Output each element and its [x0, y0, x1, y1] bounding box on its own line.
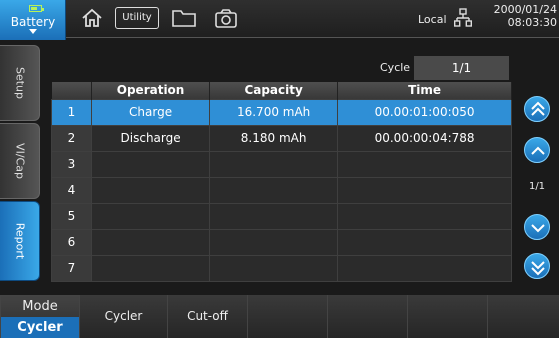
time-text: 08:03:30	[507, 16, 557, 29]
datetime-display: 2000/01/24 08:03:30	[474, 3, 557, 29]
row-number: 6	[51, 228, 92, 256]
scroll-up-button[interactable]	[524, 137, 550, 163]
page-indicator: 1/1	[528, 181, 546, 192]
time-cell: 00.00:00:04:788	[337, 124, 512, 152]
capacity-cell	[209, 176, 339, 204]
softkey-3[interactable]	[247, 295, 327, 338]
local-status: Local	[418, 13, 447, 26]
softkey-label: Cycler	[104, 309, 143, 323]
table-row[interactable]: 6	[51, 228, 512, 256]
tab-report[interactable]: Report	[0, 201, 40, 281]
mode-softkey[interactable]: Mode Cycler	[0, 295, 79, 338]
row-number: 1	[51, 98, 92, 126]
table-row[interactable]: 1 Charge 16.700 mAh 00.00:01:00:050	[51, 98, 512, 126]
operation-cell: Discharge	[90, 124, 211, 152]
scroll-down-button[interactable]	[524, 214, 550, 240]
softkey-label	[248, 295, 327, 338]
battery-tab[interactable]: Battery	[0, 0, 66, 40]
softkey-label	[408, 295, 487, 338]
operation-cell: Charge	[90, 98, 211, 126]
tab-setup[interactable]: Setup	[0, 45, 40, 121]
table-row[interactable]: 7	[51, 254, 512, 282]
time-cell: 00.00:01:00:050	[337, 98, 512, 126]
softkey-5[interactable]	[407, 295, 487, 338]
softkey-cut-off[interactable]: Cut-off	[167, 295, 247, 338]
page-first-button[interactable]	[524, 96, 550, 122]
column-header-index	[51, 82, 92, 99]
tab-setup-label: Setup	[13, 66, 26, 100]
capacity-cell: 8.180 mAh	[209, 124, 339, 152]
cycle-label: Cycle	[380, 61, 411, 74]
battery-icon	[29, 5, 44, 12]
tab-report-label: Report	[13, 222, 26, 260]
row-number: 4	[51, 176, 92, 204]
table-header-row: Operation Capacity Time	[51, 82, 512, 99]
softkey-cycler[interactable]: Cycler	[79, 295, 167, 338]
softkey-4[interactable]	[327, 295, 407, 338]
softkey-label	[328, 295, 407, 338]
folder-icon[interactable]	[170, 6, 198, 30]
operation-cell	[90, 228, 211, 256]
row-number: 5	[51, 202, 92, 230]
softkey-label	[488, 295, 559, 338]
softkey-label: Cut-off	[187, 309, 228, 323]
chevron-up-icon	[531, 146, 545, 155]
home-icon[interactable]	[80, 6, 104, 30]
time-cell	[337, 228, 512, 256]
operation-cell	[90, 202, 211, 230]
capacity-cell	[209, 228, 339, 256]
chevron-down-icon	[531, 224, 545, 233]
row-number: 7	[51, 254, 92, 282]
date-text: 2000/01/24	[493, 3, 557, 16]
chevron-down-icon	[29, 29, 37, 34]
table-row[interactable]: 3	[51, 150, 512, 178]
tab-vi-cap-label: VI/Cap	[13, 143, 26, 179]
operation-cell	[90, 176, 211, 204]
table-row[interactable]: 4	[51, 176, 512, 204]
capacity-cell	[209, 202, 339, 230]
capacity-cell: 16.700 mAh	[209, 98, 339, 126]
double-chevron-down-icon	[531, 261, 545, 276]
operation-cell	[90, 254, 211, 282]
softkey-6[interactable]	[487, 295, 559, 338]
time-cell	[337, 150, 512, 178]
column-header-capacity: Capacity	[209, 82, 339, 99]
column-header-operation: Operation	[91, 82, 211, 99]
page-last-button[interactable]	[524, 253, 550, 279]
column-header-time: Time	[337, 82, 512, 99]
double-chevron-up-icon	[531, 101, 545, 116]
camera-icon[interactable]	[213, 6, 239, 30]
utility-button[interactable]: Utility	[115, 7, 159, 29]
capacity-cell	[209, 150, 339, 178]
table-row[interactable]: 2 Discharge 8.180 mAh 00.00:00:04:788	[51, 124, 512, 152]
time-cell	[337, 202, 512, 230]
network-icon	[454, 8, 472, 27]
table-row[interactable]: 5	[51, 202, 512, 230]
row-number: 3	[51, 150, 92, 178]
capacity-cell	[209, 254, 339, 282]
report-table: Operation Capacity Time 1 Charge 16.700 …	[51, 82, 512, 282]
mode-value: Cycler	[1, 317, 79, 338]
battery-tab-label: Battery	[10, 15, 56, 29]
mode-title: Mode	[22, 299, 58, 314]
time-cell	[337, 176, 512, 204]
tab-vi-cap[interactable]: VI/Cap	[0, 123, 40, 199]
cycle-value-field[interactable]: 1/1	[414, 56, 509, 80]
operation-cell	[90, 150, 211, 178]
row-number: 2	[51, 124, 92, 152]
time-cell	[337, 254, 512, 282]
top-bar: Battery Utility Local 2000/01/24 08:03:3…	[0, 0, 559, 40]
